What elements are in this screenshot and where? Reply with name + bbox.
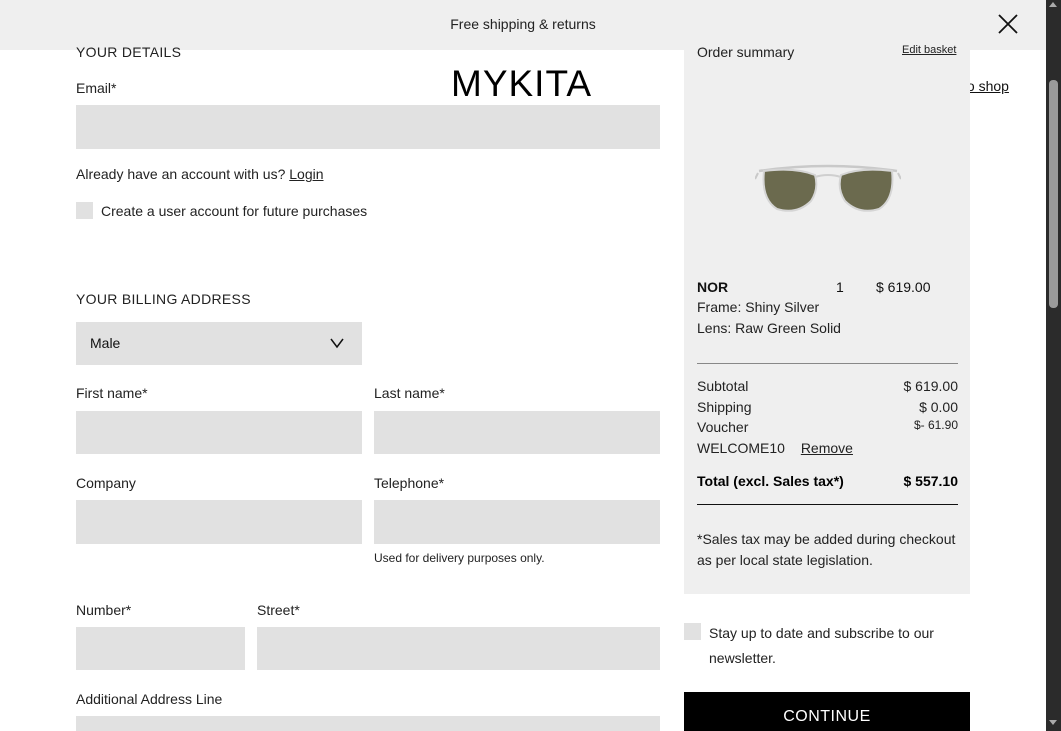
number-label: Number*: [76, 602, 132, 618]
product-name: NOR: [697, 279, 729, 295]
login-link[interactable]: Login: [289, 166, 323, 182]
shipping-value: $ 0.00: [919, 399, 958, 415]
company-label: Company: [76, 475, 136, 491]
voucher-label: Voucher: [697, 419, 749, 435]
order-summary-panel: [684, 40, 970, 594]
product-quantity: 1: [836, 279, 844, 295]
scroll-up-icon[interactable]: [1049, 2, 1057, 7]
street-field[interactable]: [257, 627, 660, 670]
telephone-hint: Used for delivery purposes only.: [374, 551, 545, 565]
account-prompt: Already have an account with us? Login: [76, 166, 324, 182]
first-name-field[interactable]: [76, 411, 362, 454]
create-account-checkbox[interactable]: [76, 202, 93, 219]
account-prompt-text: Already have an account with us?: [76, 166, 286, 182]
close-icon[interactable]: [996, 12, 1020, 36]
newsletter-checkbox[interactable]: [684, 623, 701, 640]
voucher-code-row: WELCOME10 Remove: [697, 440, 853, 456]
create-account-label: Create a user account for future purchas…: [101, 203, 368, 219]
telephone-label: Telephone*: [374, 475, 445, 491]
voucher-value: $- 61.90: [913, 418, 958, 432]
chevron-down-icon: [330, 338, 344, 349]
summary-divider: [697, 363, 958, 364]
scrollbar[interactable]: [1046, 0, 1061, 731]
number-field[interactable]: [76, 627, 245, 670]
voucher-code: WELCOME10: [697, 440, 785, 456]
subtotal-label: Subtotal: [697, 378, 749, 394]
scroll-down-icon[interactable]: [1049, 720, 1057, 725]
shipping-label: Shipping: [697, 399, 752, 415]
company-field[interactable]: [76, 500, 362, 544]
last-name-field[interactable]: [374, 411, 660, 454]
product-image: [754, 155, 902, 224]
details-section-title: YOUR DETAILS: [76, 44, 182, 60]
continue-button[interactable]: CONTINUE: [684, 692, 970, 731]
edit-basket-link[interactable]: Edit basket: [902, 44, 956, 56]
product-lens: Lens: Raw Green Solid: [697, 320, 841, 336]
sales-tax-note: *Sales tax may be added during checkout …: [697, 531, 956, 568]
remove-voucher-link[interactable]: Remove: [801, 440, 853, 456]
first-name-label: First name*: [76, 385, 148, 401]
salutation-select[interactable]: Male: [76, 322, 362, 365]
subtotal-value: $ 619.00: [903, 378, 959, 394]
total-label: Total (excl. Sales tax*): [697, 473, 844, 489]
email-field[interactable]: [76, 105, 660, 149]
additional-address-field[interactable]: [76, 716, 660, 731]
last-name-label: Last name*: [374, 385, 445, 401]
banner-text: Free shipping & returns: [450, 16, 596, 32]
telephone-field[interactable]: [374, 500, 660, 544]
order-summary-title: Order summary: [697, 44, 795, 60]
brand-logo[interactable]: MYKITA: [451, 63, 592, 105]
product-price: $ 619.00: [876, 279, 931, 295]
additional-address-label: Additional Address Line: [76, 691, 223, 707]
scroll-thumb[interactable]: [1049, 80, 1058, 308]
salutation-value: Male: [90, 335, 121, 351]
billing-section-title: YOUR BILLING ADDRESS: [76, 291, 251, 307]
email-label: Email*: [76, 80, 117, 96]
total-value: $ 557.10: [903, 473, 959, 489]
total-divider: [697, 504, 958, 505]
street-label: Street*: [257, 602, 300, 618]
newsletter-label: Stay up to date and subscribe to our new…: [709, 625, 934, 666]
product-frame: Frame: Shiny Silver: [697, 299, 820, 315]
